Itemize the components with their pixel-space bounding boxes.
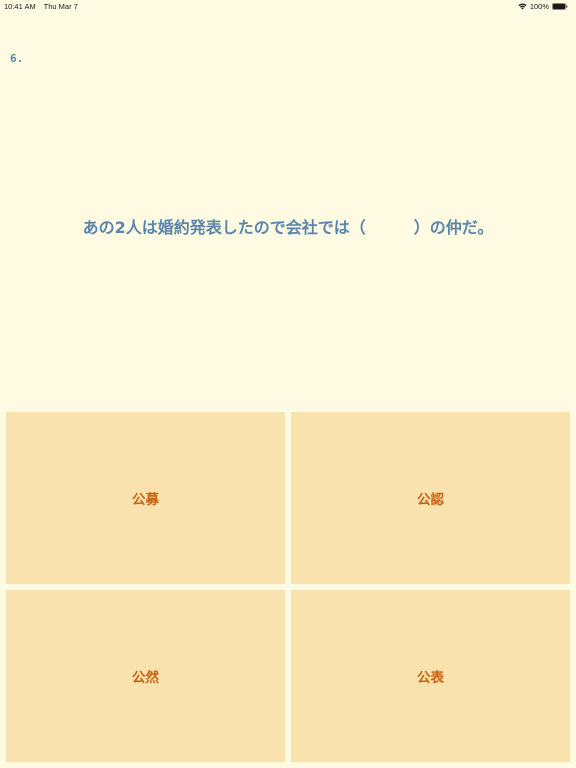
wifi-icon (518, 3, 527, 10)
answer-label: 公然 (132, 670, 159, 686)
answer-label: 公認 (417, 492, 444, 508)
status-bar: 10:41 AM Thu Mar 7 100% (0, 0, 576, 13)
answer-button-1[interactable]: 公募 (6, 412, 285, 584)
answer-grid: 公募 公認 公然 公表 (6, 412, 571, 762)
answer-button-3[interactable]: 公然 (6, 590, 285, 762)
status-right: 100% (518, 2, 568, 11)
answer-label: 公募 (132, 492, 159, 508)
question-text: あの2人は婚約発表したので会社では（ ）の仲だ。 (82, 218, 494, 237)
battery-icon (552, 3, 568, 10)
status-left: 10:41 AM Thu Mar 7 (4, 2, 84, 11)
battery-percent: 100% (529, 2, 549, 11)
status-date: Thu Mar 7 (43, 2, 78, 11)
answer-button-2[interactable]: 公認 (291, 412, 570, 584)
answer-label: 公表 (417, 670, 444, 686)
status-time: 10:41 AM (4, 2, 36, 11)
question-number: 6. (10, 52, 24, 65)
answer-button-4[interactable]: 公表 (291, 590, 570, 762)
